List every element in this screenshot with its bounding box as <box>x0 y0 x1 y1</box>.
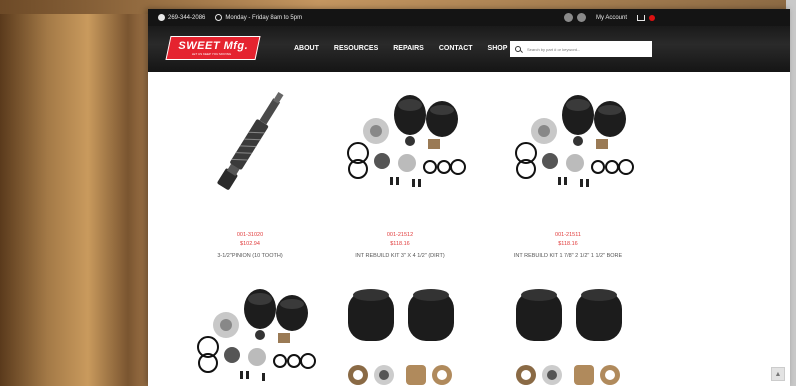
boot-seal-kit-image[interactable] <box>330 287 470 386</box>
product-card[interactable]: 001-21512 $118.16 INT REBUILD KIT 3" X 4… <box>330 75 470 259</box>
logo-text: SWEET Mfg. <box>178 40 249 52</box>
hours-item: Monday - Friday 8am to 5pm <box>215 14 302 21</box>
site-header: SWEET Mfg. LET US KEEP YOU MOVING ABOUT … <box>148 26 790 72</box>
product-price: $102.94 <box>240 241 260 247</box>
nav-shop[interactable]: SHOP <box>488 45 508 52</box>
product-price: $118.16 <box>390 241 410 247</box>
search-icon[interactable] <box>515 46 521 52</box>
product-card[interactable]: 001-21511 $118.16 INT REBUILD KIT 1 7/8"… <box>498 75 638 259</box>
cart-icon[interactable] <box>637 14 646 21</box>
nav-resources[interactable]: RESOURCES <box>334 45 378 52</box>
background-wood <box>0 0 160 386</box>
product-card[interactable] <box>330 287 470 386</box>
nav-contact[interactable]: CONTACT <box>439 45 473 52</box>
rebuild-kit-image[interactable] <box>180 287 320 386</box>
boot-seal-kit-image[interactable] <box>498 287 638 386</box>
clock-icon <box>215 14 223 21</box>
phone-item[interactable]: 269-344-2086 <box>158 14 205 21</box>
website-screenshot: 269-344-2086 Monday - Friday 8am to 5pm … <box>148 9 790 386</box>
cart-badge <box>649 14 656 21</box>
scroll-to-top-button[interactable]: ▲ <box>771 367 785 381</box>
site-logo[interactable]: SWEET Mfg. LET US KEEP YOU MOVING <box>165 36 261 60</box>
product-name[interactable]: INT REBUILD KIT 3" X 4 1/2" (DIRT) <box>330 253 470 259</box>
top-bar: 269-344-2086 Monday - Friday 8am to 5pm … <box>148 9 790 26</box>
arrow-up-icon: ▲ <box>774 370 782 378</box>
product-sku[interactable]: 001-21512 <box>330 232 470 238</box>
instagram-icon[interactable] <box>577 13 586 22</box>
rebuild-kit-image[interactable] <box>330 75 470 205</box>
product-sku[interactable]: 001-31020 <box>180 232 320 238</box>
product-card[interactable] <box>498 287 638 386</box>
search-input[interactable] <box>527 46 645 52</box>
rebuild-kit-image[interactable] <box>498 75 638 205</box>
nav-repairs[interactable]: REPAIRS <box>393 45 424 52</box>
main-nav: ABOUT RESOURCES REPAIRS CONTACT SHOP <box>294 45 507 52</box>
product-name[interactable]: 3-1/2"PINION (10 TOOTH) <box>180 253 320 259</box>
facebook-icon[interactable] <box>564 13 573 22</box>
product-sku[interactable]: 001-21511 <box>498 232 638 238</box>
topbar-right: My Account <box>564 13 656 22</box>
pinion-shaft-image[interactable] <box>180 75 320 205</box>
search-box[interactable] <box>510 41 652 57</box>
product-card[interactable] <box>180 287 320 386</box>
my-account-link[interactable]: My Account <box>596 15 627 21</box>
phone-number: 269-344-2086 <box>168 14 206 21</box>
product-name[interactable]: INT REBUILD KIT 1 7/8" 2 1/2" 1 1/2" BOR… <box>498 253 638 259</box>
product-card[interactable]: 001-31020 $102.94 3-1/2"PINION (10 TOOTH… <box>180 75 320 259</box>
nav-about[interactable]: ABOUT <box>294 45 319 52</box>
phone-icon <box>158 14 165 21</box>
business-hours: Monday - Friday 8am to 5pm <box>225 14 303 21</box>
logo-tagline: LET US KEEP YOU MOVING <box>191 52 232 56</box>
product-price: $118.16 <box>558 241 578 247</box>
